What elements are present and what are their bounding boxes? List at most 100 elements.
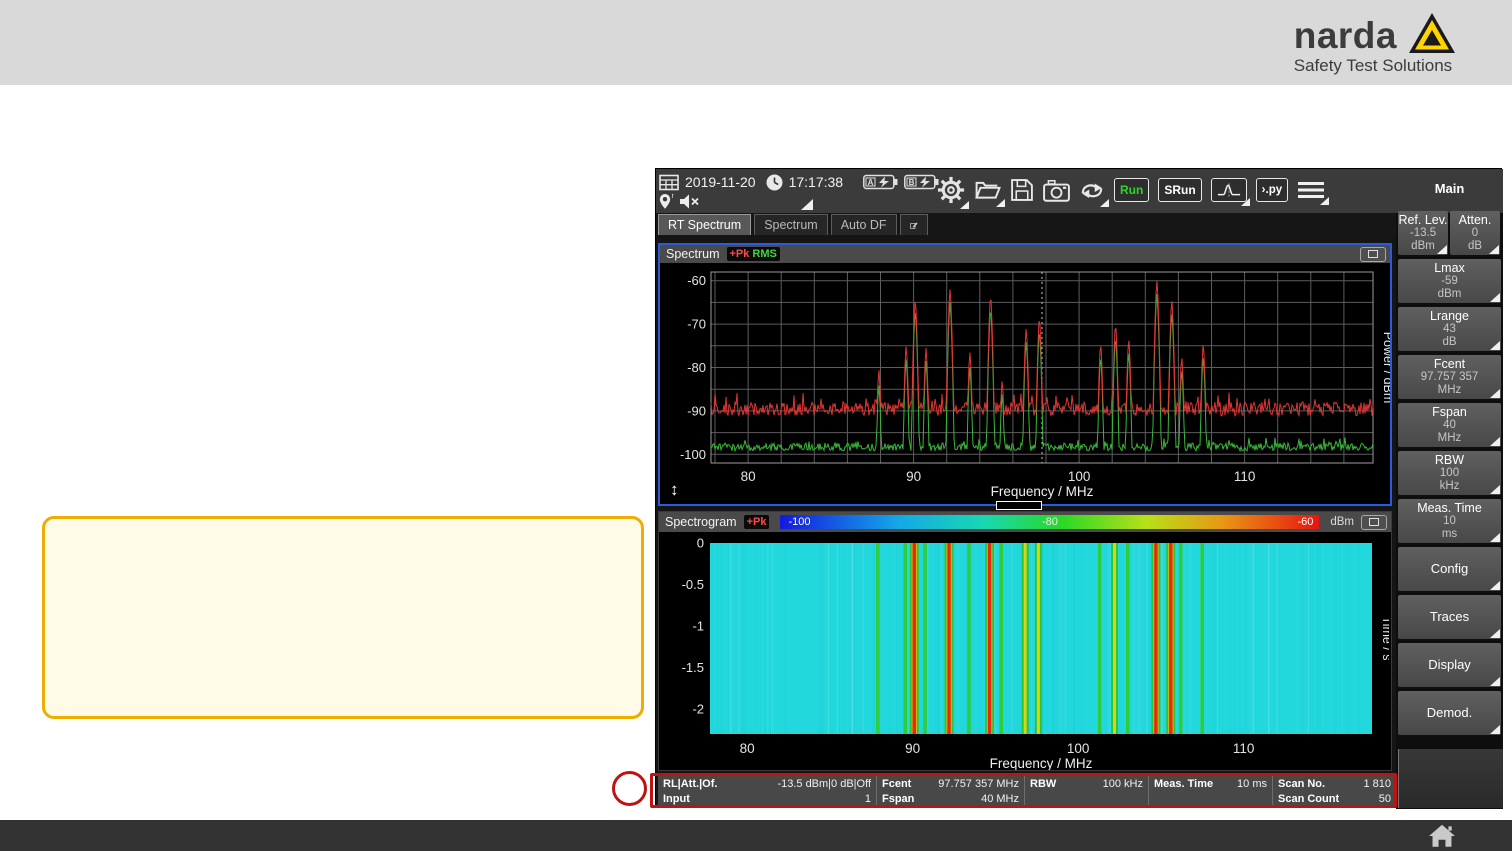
status-column-3: RBW100 kHz (1024, 776, 1148, 806)
sidebar-button-display[interactable]: Display (1398, 643, 1501, 687)
submenu-corner (960, 201, 969, 209)
sidebar-button-meas-time[interactable]: Meas. Time10ms (1398, 499, 1501, 543)
status-label: Scan Count (1278, 793, 1339, 805)
status-bar: RL|Att.|Of.-13.5 dBm|0 dB|Off Input 1 Fcent… (658, 776, 1396, 806)
svg-text:110: 110 (1234, 469, 1256, 484)
softkey-title: Meas. Time (1417, 501, 1482, 515)
time-display: 17:17:38 (789, 174, 844, 190)
sidebar-button-fspan[interactable]: Fspan40MHz (1398, 403, 1501, 447)
callout-box (42, 516, 644, 719)
sidebar-button-fcent[interactable]: Fcent97.757 357MHz (1398, 355, 1501, 399)
brand-name: narda (1294, 17, 1397, 54)
replay-button[interactable] (1079, 178, 1105, 202)
svg-text:-90: -90 (687, 403, 706, 418)
status-cell: RBW100 kHz (1025, 776, 1148, 791)
svg-text:90: 90 (905, 741, 920, 756)
srun-button[interactable]: SRun (1158, 178, 1201, 202)
color-scale-bar: -100 -80 -60 (780, 515, 1319, 529)
floppy-save-icon (1010, 178, 1034, 202)
spectrogram-maximize-button[interactable] (1361, 515, 1387, 530)
status-cell: Scan No.1 810 (1273, 776, 1396, 791)
trace-badges: +Pk RMS (727, 247, 780, 261)
trace-view-button[interactable] (1211, 178, 1247, 202)
status-column-1: RL|Att.|Of.-13.5 dBm|0 dB|Off Input 1 (658, 776, 876, 806)
status-cell (1149, 791, 1272, 806)
status-value: 100 kHz (1103, 778, 1143, 790)
narda-logo: narda Safety Test Solutions (1294, 12, 1457, 76)
svg-text:110: 110 (1233, 741, 1255, 756)
panel-splitter-handle[interactable] (996, 501, 1042, 510)
sidebar-button-traces[interactable]: Traces (1398, 595, 1501, 639)
toolbar: 2019-11-20 17:17:38 A (656, 169, 1503, 213)
tab-edit[interactable] (900, 214, 928, 235)
status-column-5: Scan No.1 810Scan Count50 (1272, 776, 1396, 806)
status-value: 97.757 357 MHz (938, 778, 1019, 790)
spectrum-panel-title: Spectrum (666, 247, 720, 261)
sidebar-button-config[interactable]: Config (1398, 547, 1501, 591)
svg-text:Time / s: Time / s (1380, 617, 1389, 661)
status-value: 1 (865, 793, 871, 805)
softkey-unit: ms (1442, 528, 1457, 541)
sidebar-buttons: Ref. Lev.-13.5dBmAtten.0dBLmax-59dBmLran… (1398, 211, 1503, 735)
spectrum-maximize-button[interactable] (1360, 247, 1386, 262)
save-button[interactable] (1010, 178, 1034, 202)
softkey-value: -13.5 (1410, 227, 1436, 240)
statusrow-expand-triangle[interactable] (801, 199, 813, 210)
menu-button[interactable] (1297, 180, 1325, 200)
open-file-button[interactable] (974, 178, 1001, 202)
scale-mid-label: -80 (1042, 515, 1058, 529)
sidebar-filler (1398, 749, 1503, 808)
scale-updown-icon[interactable]: ↕ (670, 481, 679, 498)
date-display: 2019-11-20 (685, 174, 756, 190)
svg-text:-1: -1 (692, 619, 704, 634)
softkey-unit: kHz (1440, 480, 1460, 493)
status-cell: RL|Att.|Of.-13.5 dBm|0 dB|Off (658, 776, 876, 791)
svg-text:-100: -100 (680, 447, 706, 462)
run-button[interactable]: Run (1114, 178, 1149, 202)
spectrum-plot-svg[interactable]: -60-70-80-90-1008090100110Frequency / MH… (660, 265, 1390, 504)
sidebar-button-ref-lev[interactable]: Ref. Lev.-13.5dBm (1398, 211, 1448, 255)
softkey-title: Lrange (1430, 309, 1469, 323)
status-label: Fcent (882, 778, 911, 790)
status-cell: Fcent 97.757 357 MHz (877, 776, 1024, 791)
annotation-circle (612, 771, 647, 806)
sidebar-button-lmax[interactable]: Lmax-59dBm (1398, 259, 1501, 303)
submenu-corner (1490, 677, 1500, 686)
settings-button[interactable] (937, 176, 965, 204)
bottom-bar (0, 820, 1512, 851)
camera-icon (1043, 179, 1070, 202)
screenshot-button[interactable] (1043, 179, 1070, 202)
spectrum-panel-header: Spectrum +Pk RMS (660, 245, 1390, 263)
submenu-corner (1320, 197, 1329, 205)
sidebar-button-demod[interactable]: Demod. (1398, 691, 1501, 735)
softkey-title: RBW (1435, 453, 1464, 467)
submenu-corner (1437, 245, 1447, 254)
scale-min-label: -100 (788, 515, 810, 529)
sidebar-button-atten[interactable]: Atten.0dB (1450, 211, 1500, 255)
gear-icon (937, 176, 965, 204)
submenu-corner (1490, 389, 1500, 398)
submenu-corner (1490, 437, 1500, 446)
spectrogram-plot-svg[interactable]: 0-0.5-1-1.5-28090100110Frequency / MHzTi… (659, 532, 1389, 770)
status-label: Input (663, 793, 690, 805)
badge-rms: RMS (752, 248, 776, 260)
badge-pk: +Pk (747, 516, 767, 528)
audio-muted-icon (679, 193, 701, 210)
home-button[interactable] (1428, 823, 1456, 848)
softkey-title: Lmax (1434, 261, 1465, 275)
tab-auto-df[interactable]: Auto DF (831, 214, 897, 235)
spectrum-trace-icon (1217, 182, 1241, 198)
tab-spectrum[interactable]: Spectrum (754, 214, 828, 235)
sidebar-button-rbw[interactable]: RBW100kHz (1398, 451, 1501, 495)
status-label: Scan No. (1278, 778, 1325, 790)
scale-unit-label: dBm (1330, 516, 1354, 528)
submenu-corner (1490, 725, 1500, 734)
softkey-value: 100 (1440, 467, 1459, 480)
battery-a-icon: A (863, 174, 898, 190)
softkey-title: Atten. (1459, 213, 1492, 227)
svg-text:B: B (909, 178, 915, 187)
status-cell: Scan Count50 (1273, 791, 1396, 806)
python-script-button[interactable]: ›.py (1256, 178, 1288, 202)
sidebar-button-lrange[interactable]: Lrange43dB (1398, 307, 1501, 351)
tab-rt-spectrum[interactable]: RT Spectrum (658, 214, 751, 235)
